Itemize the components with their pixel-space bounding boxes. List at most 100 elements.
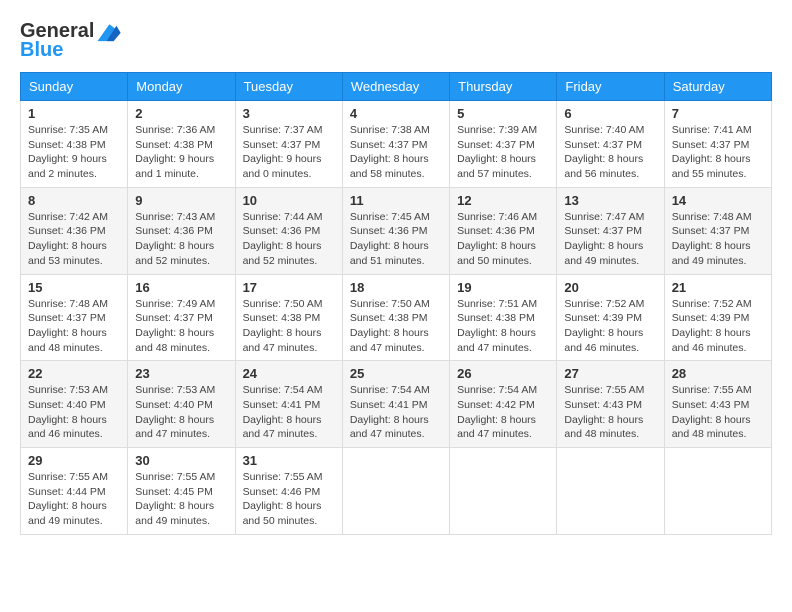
column-header-saturday: Saturday [664, 73, 771, 101]
column-header-thursday: Thursday [450, 73, 557, 101]
calendar-cell: 8 Sunrise: 7:42 AM Sunset: 4:36 PM Daylig… [21, 187, 128, 274]
day-number: 16 [135, 280, 227, 295]
calendar-week-row: 29 Sunrise: 7:55 AM Sunset: 4:44 PM Dayli… [21, 448, 772, 535]
calendar-cell: 10 Sunrise: 7:44 AM Sunset: 4:36 PM Dayli… [235, 187, 342, 274]
column-header-wednesday: Wednesday [342, 73, 449, 101]
day-number: 10 [243, 193, 335, 208]
day-number: 14 [672, 193, 764, 208]
calendar-cell: 20 Sunrise: 7:52 AM Sunset: 4:39 PM Dayli… [557, 274, 664, 361]
day-number: 8 [28, 193, 120, 208]
day-number: 18 [350, 280, 442, 295]
calendar-cell [450, 448, 557, 535]
calendar-cell: 17 Sunrise: 7:50 AM Sunset: 4:38 PM Dayli… [235, 274, 342, 361]
calendar-cell: 15Sunrise: 7:48 AM Sunset: 4:37 PM Dayli… [21, 274, 128, 361]
calendar-cell: 1 Sunrise: 7:35 AM Sunset: 4:38 PM Daylig… [21, 101, 128, 188]
day-info: Sunrise: 7:42 AM Sunset: 4:36 PM Dayligh… [28, 210, 120, 269]
calendar-cell: 16 Sunrise: 7:49 AM Sunset: 4:37 PM Dayli… [128, 274, 235, 361]
day-info: Sunrise: 7:52 AM Sunset: 4:39 PM Dayligh… [672, 297, 764, 356]
day-info: Sunrise: 7:49 AM Sunset: 4:37 PM Dayligh… [135, 297, 227, 356]
day-info: Sunrise: 7:38 AM Sunset: 4:37 PM Dayligh… [350, 123, 442, 182]
day-info: Sunrise: 7:55 AM Sunset: 4:46 PM Dayligh… [243, 470, 335, 529]
page-header: General Blue [20, 20, 772, 62]
day-info: Sunrise: 7:50 AM Sunset: 4:38 PM Dayligh… [350, 297, 442, 356]
day-info: Sunrise: 7:48 AM Sunset: 4:37 PM Dayligh… [28, 297, 120, 356]
day-number: 3 [243, 106, 335, 121]
day-info: Sunrise: 7:53 AM Sunset: 4:40 PM Dayligh… [28, 383, 120, 442]
day-number: 6 [564, 106, 656, 121]
logo: General Blue [20, 20, 122, 62]
calendar-cell [664, 448, 771, 535]
day-number: 21 [672, 280, 764, 295]
day-number: 26 [457, 366, 549, 381]
calendar-cell: 9 Sunrise: 7:43 AM Sunset: 4:36 PM Daylig… [128, 187, 235, 274]
day-info: Sunrise: 7:54 AM Sunset: 4:41 PM Dayligh… [350, 383, 442, 442]
calendar-header-row: SundayMondayTuesdayWednesdayThursdayFrid… [21, 73, 772, 101]
calendar-cell: 31Sunrise: 7:55 AM Sunset: 4:46 PM Dayli… [235, 448, 342, 535]
calendar-cell: 28Sunrise: 7:55 AM Sunset: 4:43 PM Dayli… [664, 361, 771, 448]
day-info: Sunrise: 7:52 AM Sunset: 4:39 PM Dayligh… [564, 297, 656, 356]
day-info: Sunrise: 7:37 AM Sunset: 4:37 PM Dayligh… [243, 123, 335, 182]
calendar-cell: 23 Sunrise: 7:53 AM Sunset: 4:40 PM Dayli… [128, 361, 235, 448]
calendar-cell: 18 Sunrise: 7:50 AM Sunset: 4:38 PM Dayli… [342, 274, 449, 361]
day-number: 30 [135, 453, 227, 468]
calendar-cell: 11Sunrise: 7:45 AM Sunset: 4:36 PM Dayli… [342, 187, 449, 274]
column-header-tuesday: Tuesday [235, 73, 342, 101]
day-number: 17 [243, 280, 335, 295]
day-info: Sunrise: 7:48 AM Sunset: 4:37 PM Dayligh… [672, 210, 764, 269]
day-info: Sunrise: 7:55 AM Sunset: 4:45 PM Dayligh… [135, 470, 227, 529]
calendar-cell: 7 Sunrise: 7:41 AM Sunset: 4:37 PM Daylig… [664, 101, 771, 188]
calendar-week-row: 15Sunrise: 7:48 AM Sunset: 4:37 PM Dayli… [21, 274, 772, 361]
day-number: 1 [28, 106, 120, 121]
day-info: Sunrise: 7:39 AM Sunset: 4:37 PM Dayligh… [457, 123, 549, 182]
calendar-cell: 30 Sunrise: 7:55 AM Sunset: 4:45 PM Dayli… [128, 448, 235, 535]
day-number: 7 [672, 106, 764, 121]
day-info: Sunrise: 7:35 AM Sunset: 4:38 PM Dayligh… [28, 123, 120, 182]
day-number: 4 [350, 106, 442, 121]
column-header-sunday: Sunday [21, 73, 128, 101]
day-number: 13 [564, 193, 656, 208]
day-number: 22 [28, 366, 120, 381]
calendar-cell [557, 448, 664, 535]
column-header-monday: Monday [128, 73, 235, 101]
calendar-cell: 25 Sunrise: 7:54 AM Sunset: 4:41 PM Dayli… [342, 361, 449, 448]
calendar-week-row: 8 Sunrise: 7:42 AM Sunset: 4:36 PM Daylig… [21, 187, 772, 274]
calendar-cell: 27 Sunrise: 7:55 AM Sunset: 4:43 PM Dayli… [557, 361, 664, 448]
day-info: Sunrise: 7:41 AM Sunset: 4:37 PM Dayligh… [672, 123, 764, 182]
calendar-cell: 3 Sunrise: 7:37 AM Sunset: 4:37 PM Daylig… [235, 101, 342, 188]
column-header-friday: Friday [557, 73, 664, 101]
calendar-cell: 12 Sunrise: 7:46 AM Sunset: 4:36 PM Dayli… [450, 187, 557, 274]
day-number: 29 [28, 453, 120, 468]
day-number: 12 [457, 193, 549, 208]
calendar-table: SundayMondayTuesdayWednesdayThursdayFrid… [20, 72, 772, 535]
day-info: Sunrise: 7:50 AM Sunset: 4:38 PM Dayligh… [243, 297, 335, 356]
calendar-cell: 2 Sunrise: 7:36 AM Sunset: 4:38 PM Daylig… [128, 101, 235, 188]
day-info: Sunrise: 7:55 AM Sunset: 4:43 PM Dayligh… [564, 383, 656, 442]
day-info: Sunrise: 7:47 AM Sunset: 4:37 PM Dayligh… [564, 210, 656, 269]
calendar-week-row: 1 Sunrise: 7:35 AM Sunset: 4:38 PM Daylig… [21, 101, 772, 188]
day-info: Sunrise: 7:54 AM Sunset: 4:41 PM Dayligh… [243, 383, 335, 442]
day-info: Sunrise: 7:46 AM Sunset: 4:36 PM Dayligh… [457, 210, 549, 269]
day-number: 25 [350, 366, 442, 381]
calendar-cell: 14 Sunrise: 7:48 AM Sunset: 4:37 PM Dayli… [664, 187, 771, 274]
day-info: Sunrise: 7:54 AM Sunset: 4:42 PM Dayligh… [457, 383, 549, 442]
calendar-week-row: 22 Sunrise: 7:53 AM Sunset: 4:40 PM Dayli… [21, 361, 772, 448]
calendar-cell: 6 Sunrise: 7:40 AM Sunset: 4:37 PM Daylig… [557, 101, 664, 188]
calendar-cell: 29 Sunrise: 7:55 AM Sunset: 4:44 PM Dayli… [21, 448, 128, 535]
day-info: Sunrise: 7:44 AM Sunset: 4:36 PM Dayligh… [243, 210, 335, 269]
day-number: 2 [135, 106, 227, 121]
day-number: 27 [564, 366, 656, 381]
day-number: 9 [135, 193, 227, 208]
day-number: 20 [564, 280, 656, 295]
day-info: Sunrise: 7:53 AM Sunset: 4:40 PM Dayligh… [135, 383, 227, 442]
day-info: Sunrise: 7:43 AM Sunset: 4:36 PM Dayligh… [135, 210, 227, 269]
day-info: Sunrise: 7:51 AM Sunset: 4:38 PM Dayligh… [457, 297, 549, 356]
day-number: 24 [243, 366, 335, 381]
day-info: Sunrise: 7:36 AM Sunset: 4:38 PM Dayligh… [135, 123, 227, 182]
day-info: Sunrise: 7:55 AM Sunset: 4:44 PM Dayligh… [28, 470, 120, 529]
day-info: Sunrise: 7:40 AM Sunset: 4:37 PM Dayligh… [564, 123, 656, 182]
calendar-cell: 13 Sunrise: 7:47 AM Sunset: 4:37 PM Dayli… [557, 187, 664, 274]
calendar-cell: 24 Sunrise: 7:54 AM Sunset: 4:41 PM Dayli… [235, 361, 342, 448]
day-info: Sunrise: 7:55 AM Sunset: 4:43 PM Dayligh… [672, 383, 764, 442]
day-number: 23 [135, 366, 227, 381]
calendar-cell: 4 Sunrise: 7:38 AM Sunset: 4:37 PM Daylig… [342, 101, 449, 188]
